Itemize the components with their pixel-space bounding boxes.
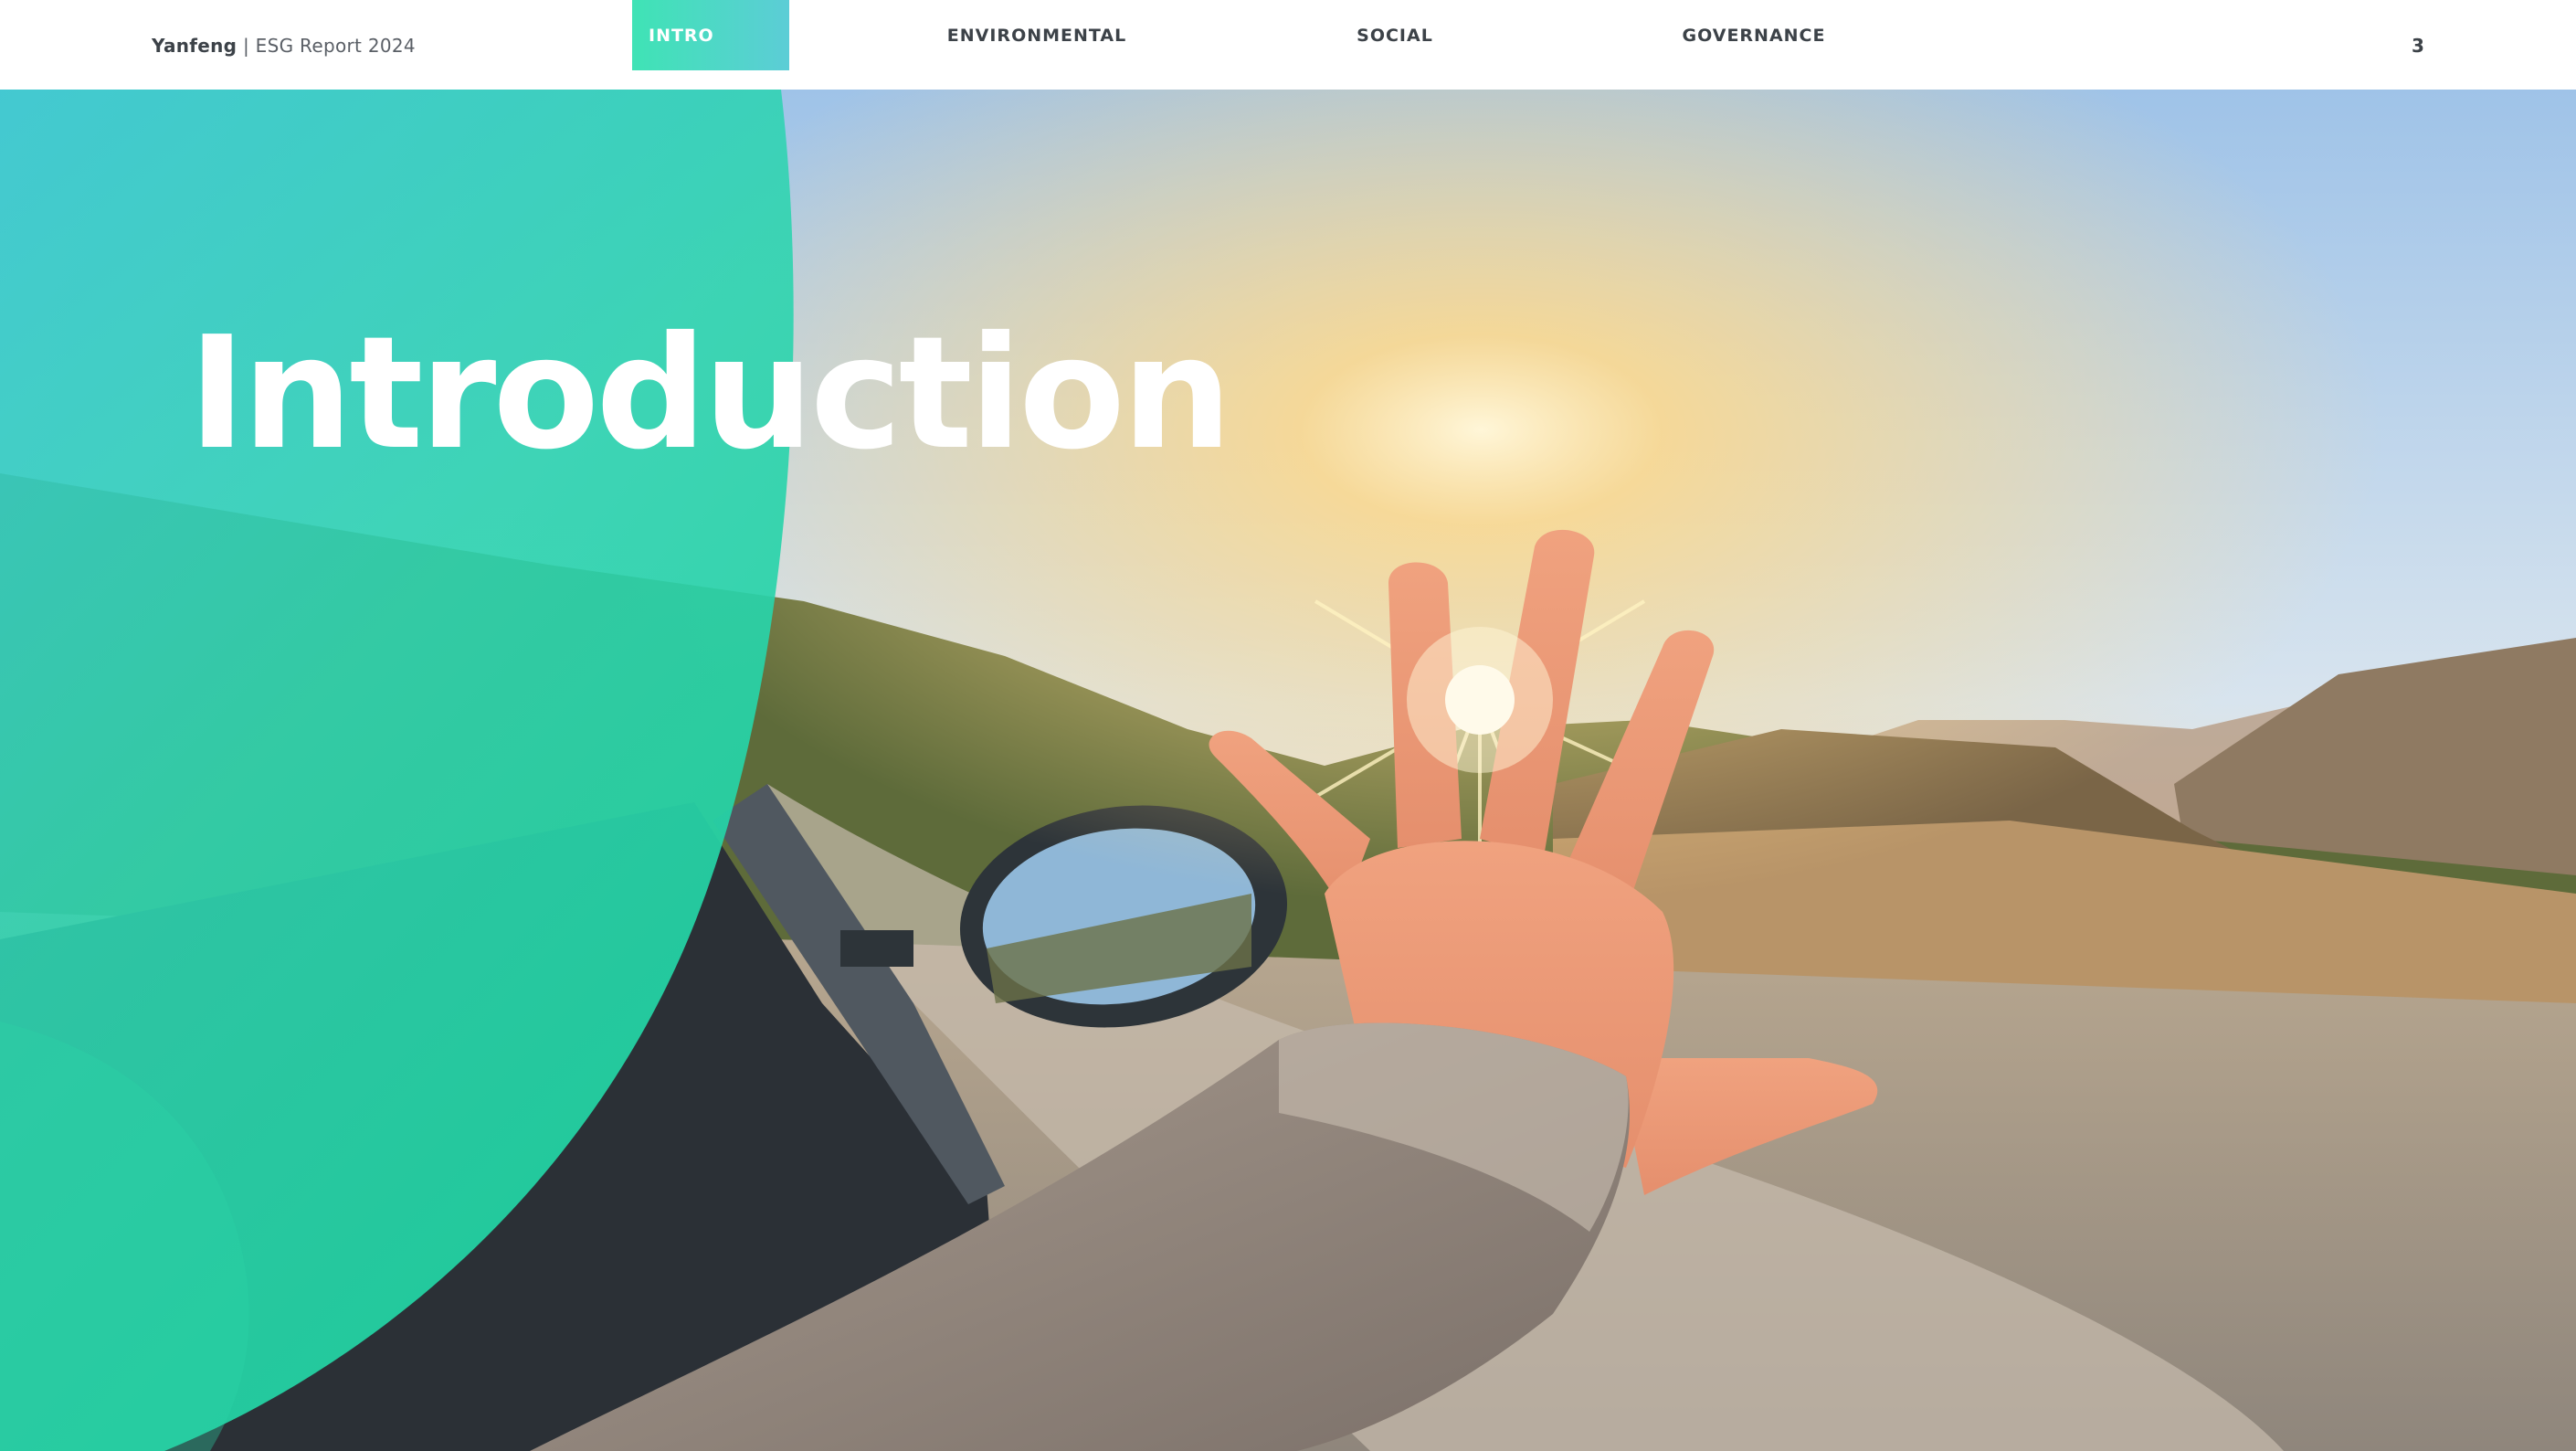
tab-governance[interactable]: GOVERNANCE: [1672, 0, 1836, 70]
page-number: 3: [2412, 35, 2424, 57]
tab-environmental-label: ENVIRONMENTAL: [946, 25, 1127, 46]
top-navigation-bar: Yanfeng | ESG Report 2024 INTRO ENVIRONM…: [0, 0, 2576, 90]
tab-intro-label: INTRO: [649, 25, 714, 46]
hero-section: Introduction: [0, 90, 2576, 1451]
report-brand: Yanfeng | ESG Report 2024: [152, 35, 416, 57]
tab-social-label: SOCIAL: [1357, 25, 1433, 46]
teal-circle-overlay: [0, 90, 794, 1451]
tab-governance-label: GOVERNANCE: [1682, 25, 1826, 46]
tab-intro[interactable]: INTRO: [632, 0, 789, 70]
page-title: Introduction: [188, 303, 1232, 484]
company-name: Yanfeng: [152, 35, 238, 57]
brand-separator: |: [237, 35, 256, 57]
report-title: ESG Report 2024: [255, 35, 416, 57]
tab-environmental[interactable]: ENVIRONMENTAL: [932, 0, 1142, 70]
tab-social[interactable]: SOCIAL: [1334, 0, 1456, 70]
